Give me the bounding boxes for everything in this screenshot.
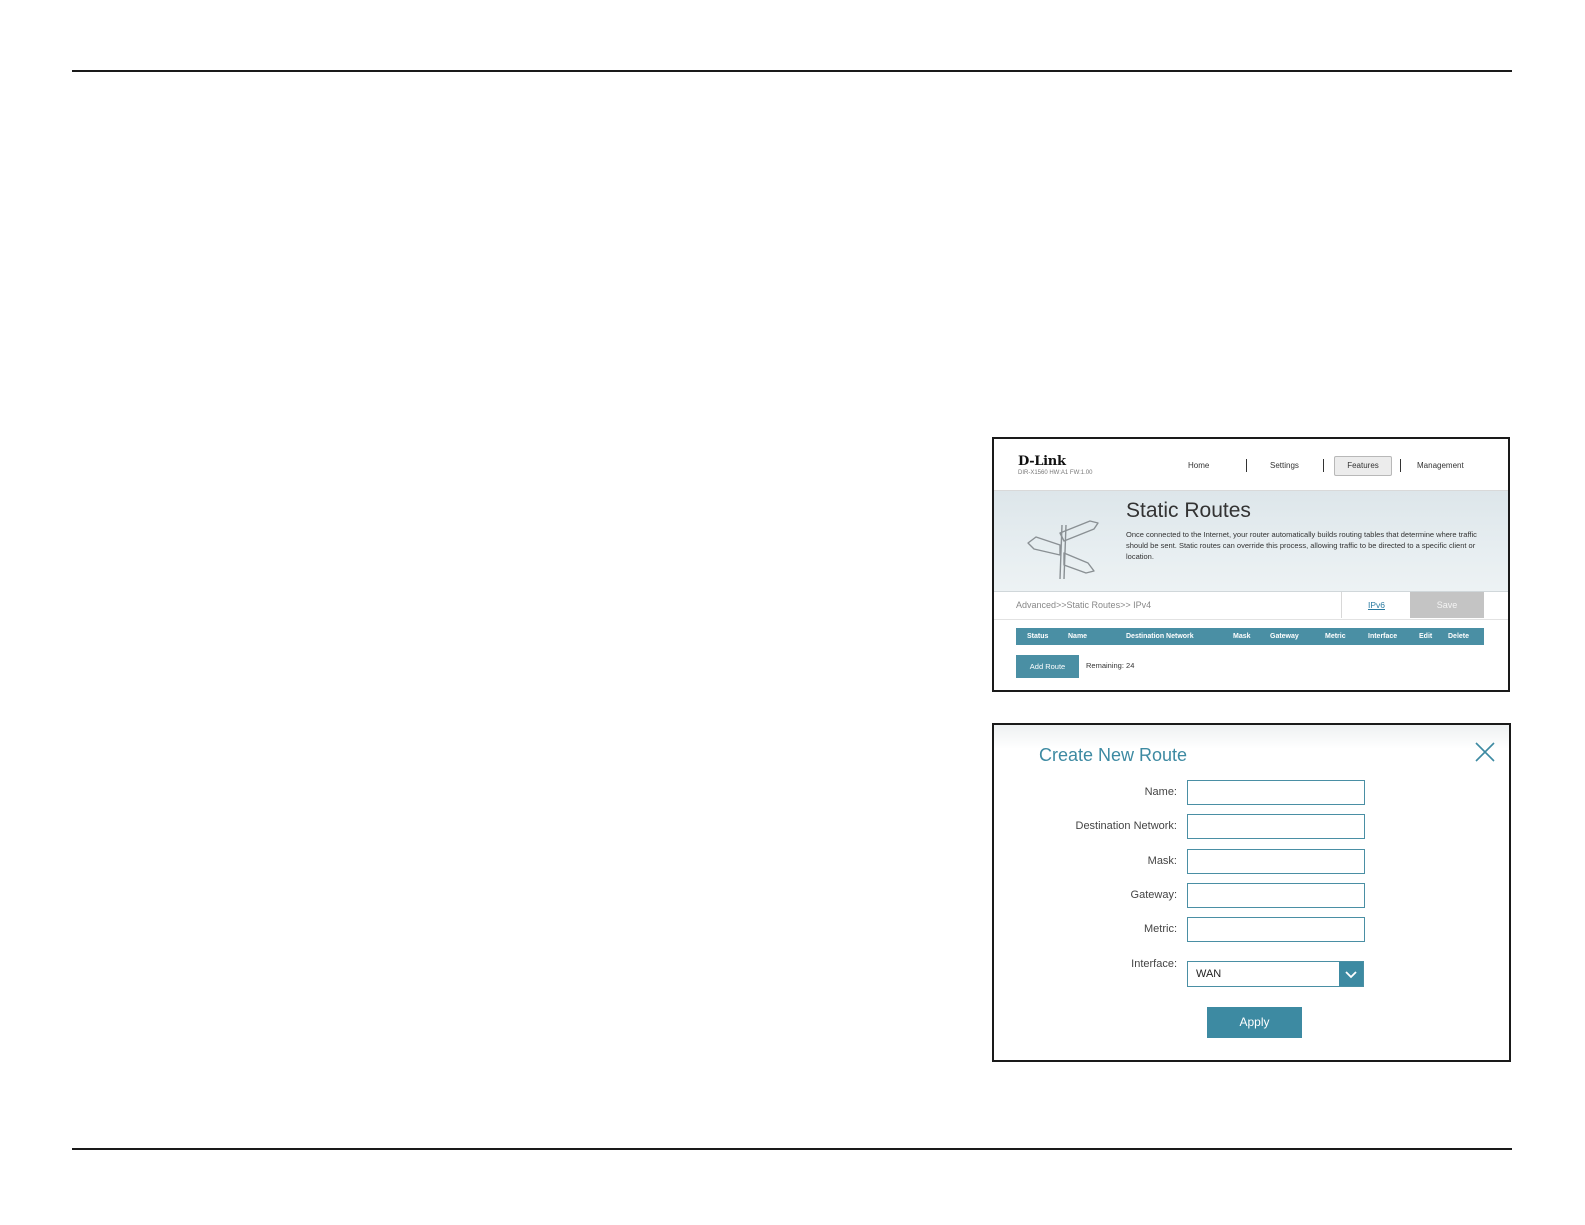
column-interface: Interface xyxy=(1368,633,1398,640)
dropdown-button[interactable] xyxy=(1339,962,1363,986)
model-info: DIR-X1560 HW:A1 FW:1.00 xyxy=(1018,470,1093,476)
name-input[interactable] xyxy=(1187,780,1365,805)
signpost-icon xyxy=(1027,520,1099,580)
nav-settings[interactable]: Settings xyxy=(1270,457,1314,475)
column-name: Name xyxy=(1068,633,1088,640)
column-edit: Edit xyxy=(1419,633,1433,640)
dialog-title: Create New Route xyxy=(1039,745,1188,765)
router-header: D-Link DIR-X1560 HW:A1 FW:1.00 Home Sett… xyxy=(994,439,1508,491)
column-gateway: Gateway xyxy=(1270,633,1299,640)
mask-input[interactable] xyxy=(1187,849,1365,874)
apply-button[interactable]: Apply xyxy=(1207,1007,1302,1038)
top-rule xyxy=(72,70,1512,72)
destination-network-input[interactable] xyxy=(1187,814,1365,839)
bottom-rule xyxy=(72,1148,1512,1150)
nav-separator xyxy=(1323,459,1324,472)
breadcrumb-bar: Advanced>>Static Routes>> IPv4 IPv6 Save xyxy=(994,592,1508,620)
chevron-down-icon xyxy=(1345,971,1357,979)
page-title: Static Routes xyxy=(1126,499,1251,522)
create-route-dialog: Create New Route Name: Destination Netwo… xyxy=(992,723,1511,1062)
nav-home[interactable]: Home xyxy=(1188,457,1228,475)
ipv6-link[interactable]: IPv6 xyxy=(1341,592,1411,618)
column-delete: Delete xyxy=(1448,633,1470,640)
breadcrumb: Advanced>>Static Routes>> IPv4 xyxy=(1016,600,1152,610)
metric-input[interactable] xyxy=(1187,917,1365,942)
page-description: Once connected to the Internet, your rou… xyxy=(1126,530,1477,561)
dlink-logo: D-Link xyxy=(1018,454,1066,469)
column-status: Status xyxy=(1027,633,1049,640)
nav-features[interactable]: Features xyxy=(1334,456,1392,476)
metric-label: Metric: xyxy=(1144,923,1177,935)
interface-select[interactable]: WAN xyxy=(1187,961,1364,987)
gateway-input[interactable] xyxy=(1187,883,1365,908)
interface-selected-value: WAN xyxy=(1196,968,1222,980)
static-routes-screenshot: D-Link DIR-X1560 HW:A1 FW:1.00 Home Sett… xyxy=(992,437,1510,692)
column-mask: Mask xyxy=(1233,633,1251,640)
column-destination-network: Destination Network xyxy=(1126,633,1194,640)
close-icon[interactable] xyxy=(1474,741,1496,763)
destination-network-label: Destination Network: xyxy=(1075,820,1178,832)
mask-label: Mask: xyxy=(1147,855,1177,867)
save-button[interactable]: Save xyxy=(1410,592,1484,618)
nav-management[interactable]: Management xyxy=(1417,457,1477,475)
static-routes-banner: Static Routes Once connected to the Inte… xyxy=(994,491,1508,592)
remaining-count: Remaining: 24 xyxy=(1086,661,1135,670)
name-label: Name: xyxy=(1144,786,1177,798)
column-metric: Metric xyxy=(1325,633,1346,640)
nav-separator xyxy=(1400,459,1401,472)
add-route-button[interactable]: Add Route xyxy=(1016,655,1079,678)
interface-label: Interface: xyxy=(1131,958,1177,970)
nav-separator xyxy=(1246,459,1247,472)
routes-table-header: Status Name Destination Network Mask Gat… xyxy=(1016,628,1484,645)
gateway-label: Gateway: xyxy=(1130,889,1177,901)
